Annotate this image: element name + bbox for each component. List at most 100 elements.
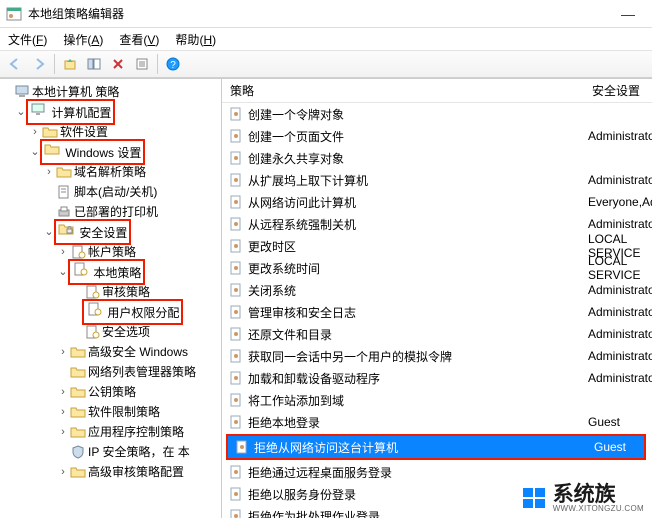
list-row[interactable]: 拒绝本地登录 Guest xyxy=(222,411,652,433)
list-row[interactable]: 创建一个页面文件 Administrators xyxy=(222,125,652,147)
policy-item-icon xyxy=(228,194,244,210)
tree-twist[interactable] xyxy=(56,402,70,422)
minimize-button[interactable]: — xyxy=(610,6,646,22)
folder-icon xyxy=(70,384,86,400)
policy-name: 还原文件和目录 xyxy=(248,326,332,343)
tree-label: 网络列表管理器策略 xyxy=(88,362,196,382)
list-row[interactable]: 更改系统时间LOCAL SERVICE xyxy=(222,257,652,279)
tree-advanced-audit[interactable]: 高级审核策略配置 xyxy=(0,462,221,482)
policy-item-icon xyxy=(228,486,244,502)
policy-setting: Administrators xyxy=(588,305,652,319)
policy-name: 创建永久共享对象 xyxy=(248,150,344,167)
tree-computer-config[interactable]: 计算机配置 xyxy=(0,102,221,122)
list-row[interactable]: 创建永久共享对象 xyxy=(222,147,652,169)
tree-twist[interactable] xyxy=(56,462,70,482)
help-button[interactable]: ? xyxy=(162,53,184,75)
computer-icon xyxy=(14,84,30,100)
tree-twist[interactable] xyxy=(42,162,56,182)
list-row[interactable]: 从扩展坞上取下计算机 Administrators xyxy=(222,169,652,191)
toolbar-separator-2 xyxy=(157,54,158,74)
tree-user-rights[interactable]: 用户权限分配 xyxy=(0,302,221,322)
tree-scripts[interactable]: 脚本(启动/关机) xyxy=(0,182,221,202)
list-row[interactable]: 获取同一会话中另一个用户的模拟令牌 Administrators xyxy=(222,345,652,367)
list-row[interactable]: 还原文件和目录Administrators xyxy=(222,323,652,345)
policy-setting: Everyone,Administrators xyxy=(588,195,652,209)
list-row[interactable]: 将工作站添加到域 xyxy=(222,389,652,411)
watermark-url: WWW.XITONGZU.COM xyxy=(553,505,644,513)
tree-pane[interactable]: 本地计算机 策略 计算机配置 软件设置 xyxy=(0,79,222,518)
list-pane[interactable]: 策略 安全设置 创建一个令牌对象创建一个页面文件Administrators创建… xyxy=(222,79,652,518)
policy-setting: Administrators xyxy=(588,217,652,231)
policy-item-icon xyxy=(228,326,244,342)
delete-button[interactable] xyxy=(107,53,129,75)
menu-file[interactable]: 文件(F) xyxy=(2,29,53,50)
tree-security-options[interactable]: 安全选项 xyxy=(0,322,221,342)
policy-item-icon xyxy=(228,150,244,166)
column-policy[interactable]: 策略 xyxy=(222,82,590,99)
list-row[interactable]: 加载和卸载设备驱动程序Administrators xyxy=(222,367,652,389)
policy-name: 获取同一会话中另一个用户的模拟令牌 xyxy=(248,348,452,365)
policy-name: 将工作站添加到域 xyxy=(248,392,344,409)
policy-name: 拒绝本地登录 xyxy=(248,414,320,431)
shield-icon xyxy=(70,444,86,460)
tree-twist[interactable] xyxy=(56,342,70,362)
tree-dns-policy[interactable]: 域名解析策略 xyxy=(0,162,221,182)
tree-label: 软件限制策略 xyxy=(88,402,160,422)
tree-twist[interactable] xyxy=(56,382,70,402)
tree-software-restrict[interactable]: 软件限制策略 xyxy=(0,402,221,422)
tree-label: 安全设置 xyxy=(79,226,127,240)
column-security[interactable]: 安全设置 xyxy=(590,82,652,99)
tree-label: 域名解析策略 xyxy=(74,162,146,182)
tree-root: 本地计算机 策略 计算机配置 软件设置 xyxy=(0,82,221,482)
policy-item-icon xyxy=(228,238,244,254)
policy-name: 关闭系统 xyxy=(248,282,296,299)
toolbar: ? xyxy=(0,50,652,78)
menubar: 文件(F) 操作(A) 查看(V) 帮助(H) xyxy=(0,28,652,50)
policy-name: 拒绝以服务身份登录 xyxy=(248,486,356,503)
show-hide-tree-button[interactable] xyxy=(83,53,105,75)
forward-button[interactable] xyxy=(28,53,50,75)
back-button[interactable] xyxy=(4,53,26,75)
tree-windows-settings[interactable]: Windows 设置 xyxy=(0,142,221,162)
menu-action[interactable]: 操作(A) xyxy=(57,29,109,50)
menu-help[interactable]: 帮助(H) xyxy=(169,29,222,50)
policy-name: 从网络访问此计算机 xyxy=(248,194,356,211)
tree-label: Windows 设置 xyxy=(65,146,141,160)
tree-network-list[interactable]: 网络列表管理器策略 xyxy=(0,362,221,382)
list-row[interactable]: 创建一个令牌对象 xyxy=(222,103,652,125)
policy-setting: Administrators xyxy=(588,283,652,297)
watermark-logo-icon xyxy=(521,485,547,511)
up-button[interactable] xyxy=(59,53,81,75)
tree-public-key[interactable]: 公钥策略 xyxy=(0,382,221,402)
policy-icon xyxy=(86,301,102,317)
properties-button[interactable] xyxy=(131,53,153,75)
policy-name: 创建一个页面文件 xyxy=(248,128,344,145)
policy-name: 从扩展坞上取下计算机 xyxy=(248,172,368,189)
policy-item-icon xyxy=(228,128,244,144)
policy-item-icon xyxy=(228,392,244,408)
policy-setting: Administrators xyxy=(588,173,652,187)
tree-security-settings[interactable]: 安全设置 xyxy=(0,222,221,242)
list-row[interactable]: 拒绝从网络访问这台计算机Guest xyxy=(228,436,644,458)
list-row[interactable]: 从网络访问此计算机 Everyone,Administrators xyxy=(222,191,652,213)
policy-setting: Administrators xyxy=(588,349,652,363)
tree-local-policies[interactable]: 本地策略 xyxy=(0,262,221,282)
tree-advanced-windows[interactable]: 高级安全 Windows xyxy=(0,342,221,362)
folder-icon xyxy=(70,424,86,440)
menu-view[interactable]: 查看(V) xyxy=(113,29,165,50)
tree-label: 高级审核策略配置 xyxy=(88,462,184,482)
folder-icon xyxy=(70,344,86,360)
list-row[interactable]: 关闭系统 Administrators xyxy=(222,279,652,301)
policy-setting: Administrators xyxy=(588,129,652,143)
watermark: 系统族 WWW.XITONGZU.COM xyxy=(507,478,652,518)
tree-app-control[interactable]: 应用程序控制策略 xyxy=(0,422,221,442)
tree-twist[interactable] xyxy=(56,422,70,442)
policy-icon xyxy=(70,244,86,260)
list-row[interactable]: 管理审核和安全日志Administrators xyxy=(222,301,652,323)
policy-name: 拒绝从网络访问这台计算机 xyxy=(254,439,398,456)
computer-icon xyxy=(30,101,46,117)
tree-label: 本地策略 xyxy=(93,266,141,280)
tree-ip-sec[interactable]: IP 安全策略，在 本 xyxy=(0,442,221,462)
policy-setting: Guest xyxy=(588,415,652,429)
tree-label: IP 安全策略，在 本 xyxy=(88,442,190,462)
